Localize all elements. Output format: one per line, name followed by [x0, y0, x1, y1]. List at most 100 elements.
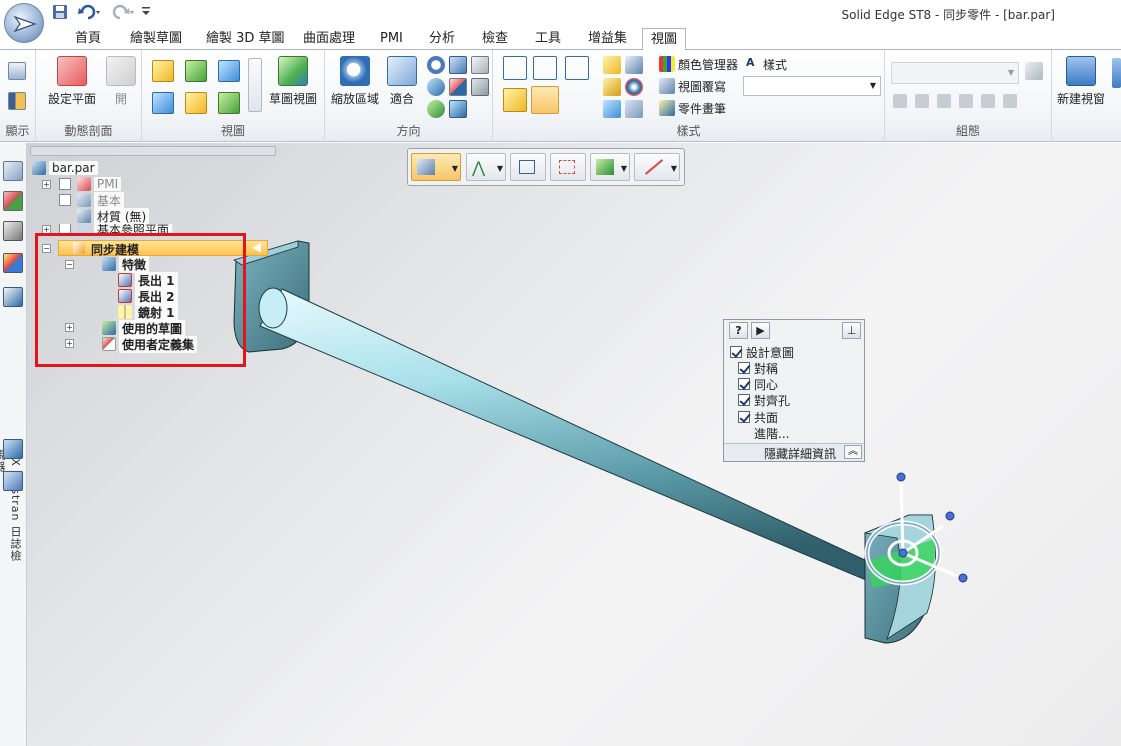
tree-item-pmi[interactable]: + PMI [42, 176, 122, 192]
configuration-dropdown[interactable]: ▼ [891, 62, 1019, 84]
tab-addins[interactable]: 增益集 [580, 28, 635, 50]
undo-icon[interactable] [78, 4, 102, 22]
config-5-icon[interactable] [981, 94, 995, 108]
new-window-button[interactable]: 新建視窗 [1054, 56, 1108, 107]
customize-qat-icon[interactable] [140, 4, 154, 22]
tree-root[interactable]: bar.par [32, 160, 98, 176]
face-priority-button[interactable]: ⋀ ▼ [466, 153, 506, 181]
tree-item-base[interactable]: 基本 [59, 191, 125, 209]
zoom-area-button[interactable]: 縮放區域 [327, 56, 383, 107]
select-filter-button[interactable]: ▼ [590, 153, 630, 181]
checkbox-checked-icon[interactable] [738, 411, 750, 423]
tab-home[interactable]: 首頁 [67, 28, 109, 50]
pathfinder-icon[interactable] [3, 191, 23, 211]
tab-3d-sketching[interactable]: 繪製 3D 草圖 [198, 28, 293, 50]
view-left-icon[interactable] [152, 92, 174, 114]
config-3-icon[interactable] [937, 94, 951, 108]
save-icon[interactable] [52, 4, 68, 22]
layers-icon[interactable] [3, 161, 23, 181]
shaded-icon[interactable] [503, 88, 527, 112]
common-views-icon[interactable] [427, 100, 445, 118]
help-button[interactable]: ? [729, 322, 748, 339]
panes-icon[interactable] [8, 62, 26, 80]
view-right-icon[interactable] [218, 60, 240, 82]
shadow-icon[interactable] [603, 56, 621, 74]
pan-icon[interactable] [449, 56, 467, 74]
view-top-icon[interactable] [152, 60, 174, 82]
redo-icon[interactable] [112, 4, 136, 22]
part-painter-button[interactable]: 零件畫筆 [678, 100, 726, 117]
fit-button[interactable]: 適合 [385, 56, 419, 107]
checkbox-checked-icon[interactable] [738, 362, 750, 374]
config-4-icon[interactable] [959, 94, 973, 108]
tab-surfacing[interactable]: 曲面處理 [295, 28, 363, 50]
advanced-link[interactable]: 進階... [754, 425, 789, 441]
view-override-button[interactable]: 視圖覆寫 [678, 78, 726, 95]
application-button[interactable] [4, 3, 44, 43]
select-line-button[interactable]: ▼ [634, 153, 680, 181]
visibility-checkbox[interactable] [59, 194, 71, 206]
hidden-edges-icon[interactable] [565, 56, 589, 80]
checkbox-checked-icon[interactable] [738, 394, 750, 406]
tab-analysis[interactable]: 分析 [421, 28, 463, 50]
views-scroll-icon[interactable] [248, 58, 262, 112]
spin-about-icon[interactable] [449, 78, 467, 96]
rotate-icon[interactable] [427, 78, 445, 96]
shaded-visible-edges-icon[interactable] [531, 86, 559, 114]
open-section-button[interactable]: 開 [104, 56, 138, 107]
view-style-icon[interactable] [625, 100, 643, 118]
option-align-holes[interactable]: 對齊孔 [738, 392, 790, 408]
config-2-icon[interactable] [915, 94, 929, 108]
view-front-icon[interactable] [185, 60, 207, 82]
tab-sketching[interactable]: 繪製草圖 [122, 28, 190, 50]
view-back-icon[interactable] [218, 92, 240, 114]
expand-panel-button[interactable]: ▶ [751, 322, 770, 339]
collapse-up-icon[interactable]: ︽ [844, 445, 862, 459]
save-configuration-icon[interactable] [1025, 62, 1043, 80]
teamcenter-icon[interactable] [3, 439, 23, 459]
view-bottom-icon[interactable] [185, 92, 207, 114]
arrange-window-icon[interactable] [1112, 58, 1121, 88]
visibility-checkbox[interactable] [59, 178, 71, 190]
display-toggle-icon[interactable] [8, 92, 26, 110]
config-6-icon[interactable] [1003, 94, 1017, 108]
sharpen-icon[interactable] [603, 100, 621, 118]
tab-view[interactable]: 視圖 [642, 28, 687, 51]
hide-details-button[interactable]: 隱藏詳細資訊 [764, 445, 836, 462]
tab-inspect[interactable]: 檢查 [474, 28, 516, 50]
wireframe-icon[interactable] [503, 56, 527, 80]
nastran-log-icon[interactable] [3, 287, 23, 307]
tab-tools[interactable]: 工具 [527, 28, 569, 50]
collapse-arrow-icon[interactable]: ◀ [252, 240, 261, 254]
parts-library-icon[interactable] [3, 471, 23, 491]
option-coplanar[interactable]: 共面 [738, 409, 778, 425]
select-window-button[interactable] [510, 153, 546, 181]
select-inside-button[interactable] [550, 153, 586, 181]
expand-icon[interactable]: + [42, 179, 51, 189]
feature-library-icon[interactable] [3, 221, 23, 241]
previous-view-icon[interactable] [471, 78, 489, 96]
silhouettes-icon[interactable] [603, 78, 621, 96]
view-style-dropdown[interactable]: ▼ [743, 76, 881, 96]
sensors-icon[interactable] [3, 253, 23, 273]
pin-button[interactable]: ⊥ [842, 322, 861, 339]
visible-edges-icon[interactable] [533, 56, 557, 80]
zoom-icon[interactable] [427, 56, 445, 74]
pathfinder-resize-handle[interactable] [30, 146, 276, 156]
view-windows-icon[interactable] [471, 56, 489, 74]
set-plane-button[interactable]: 設定平面 [42, 56, 102, 107]
floor-reflection-icon[interactable] [625, 56, 643, 74]
perspective-icon[interactable] [625, 78, 643, 96]
nastran-log-viewer-tab[interactable]: NX Nastran 日誌檢視器 [0, 449, 23, 573]
config-1-icon[interactable] [893, 94, 907, 108]
option-concentric[interactable]: 同心 [738, 376, 778, 392]
checkbox-checked-icon[interactable] [730, 346, 742, 358]
styles-button[interactable]: 樣式 [763, 56, 787, 73]
design-intent-checkbox[interactable]: 設計意圖 [730, 344, 794, 360]
sketch-view-button[interactable]: 草圖視圖 [266, 56, 320, 107]
checkbox-checked-icon[interactable] [738, 378, 750, 390]
select-tool-button[interactable]: ▼ [411, 153, 461, 181]
tab-pmi[interactable]: PMI [372, 28, 411, 50]
option-symmetric[interactable]: 對稱 [738, 360, 778, 376]
tree-item-material[interactable]: 材質 (無) [77, 207, 150, 225]
